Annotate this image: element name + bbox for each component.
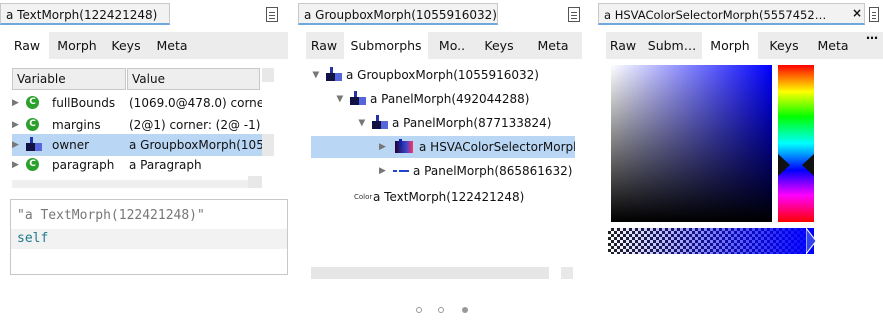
column-header-variable[interactable]: Variable	[12, 68, 126, 90]
collapse-arrow-icon[interactable]: ▶	[358, 120, 372, 127]
tab-meta[interactable]: Meta	[150, 32, 194, 59]
tree-item-label: a PanelMorph(865861632)	[413, 164, 573, 178]
tab-morph[interactable]: Morph	[51, 32, 103, 59]
instance-variable-icon: C	[26, 96, 39, 109]
table-row[interactable]: ▶ C paragraph a Paragraph	[12, 154, 262, 176]
code-comment: "a TextMorph(122421248)"	[17, 208, 205, 223]
morph-icon	[372, 115, 388, 129]
close-icon[interactable]: ×	[852, 6, 862, 20]
pane-title[interactable]: a TextMorph(122421248)	[0, 3, 170, 25]
scrollbar-corner	[248, 176, 262, 188]
alpha-marker-icon[interactable]	[806, 228, 816, 254]
variable-name: margins	[52, 118, 101, 132]
code-editor[interactable]: "a TextMorph(122421248)" self	[10, 199, 288, 275]
document-icon[interactable]	[568, 7, 580, 22]
variable-name: paragraph	[52, 158, 115, 172]
tree-item[interactable]: ▶ a PanelMorph(492044288)	[336, 88, 574, 110]
morph-icon	[326, 67, 342, 81]
scrollbar-corner	[262, 176, 274, 188]
inspector-pane-textmorph: a TextMorph(122421248) Raw Morph Keys Me…	[0, 0, 292, 290]
vertical-scrollbar-thumb[interactable]	[262, 134, 274, 156]
instance-variable-icon: C	[26, 158, 39, 171]
tree-item[interactable]: ▶ a GroupboxMorph(1055916032)	[312, 64, 574, 86]
inspector-pane-colorselector: a HSVAColorSelectorMorph(5557452… × Raw …	[598, 0, 883, 290]
color-selector-morph	[608, 60, 816, 258]
tab-keys[interactable]: Keys	[476, 32, 522, 59]
tab-meta[interactable]: Meta	[526, 32, 580, 59]
color-selector-icon	[395, 139, 413, 153]
hue-marker-icon[interactable]	[778, 154, 814, 176]
morph-icon	[350, 91, 366, 105]
expand-arrow-icon[interactable]: ▶	[379, 160, 386, 182]
tab-bar: Raw Subm… Morph Keys Meta	[606, 32, 883, 59]
column-header-value[interactable]: Value	[127, 68, 260, 90]
expand-arrow-icon[interactable]: ▶	[12, 154, 19, 176]
variable-value: a Paragraph	[129, 158, 202, 172]
variable-name: fullBounds	[52, 96, 116, 110]
tab-morph[interactable]: Mo..	[430, 32, 474, 59]
horizontal-scrollbar[interactable]	[311, 267, 549, 279]
panel-line-icon	[393, 170, 409, 172]
tab-bar: Raw Submorphs Mo.. Keys Meta	[306, 32, 582, 59]
morph-icon	[26, 137, 42, 151]
tab-raw[interactable]: Raw	[606, 32, 640, 59]
collapse-arrow-icon[interactable]: ▶	[336, 96, 350, 103]
pane-title[interactable]: a GroupboxMorph(1055916032)	[298, 3, 498, 25]
document-icon[interactable]	[266, 7, 278, 22]
instance-variable-icon: C	[26, 118, 39, 131]
tree-item-selected[interactable]: ▶ a HSVAColorSelectorMorph	[311, 136, 575, 158]
tab-submorphs[interactable]: Subm…	[644, 32, 700, 59]
tree-item[interactable]: ▶ a PanelMorph(877133824)	[358, 112, 574, 134]
expand-arrow-icon[interactable]: ▶	[12, 134, 19, 156]
variable-name: owner	[52, 138, 90, 152]
tree-item-label: a PanelMorph(492044288)	[370, 92, 530, 106]
tab-raw[interactable]: Raw	[5, 32, 49, 59]
collapse-arrow-icon[interactable]: ▶	[312, 72, 326, 79]
variable-value: (2@1) corner: (2@ -1)	[129, 118, 261, 132]
horizontal-scrollbar[interactable]	[12, 180, 248, 188]
tree-item-label: a GroupboxMorph(1055916032)	[346, 68, 539, 82]
tab-morph[interactable]: Morph	[702, 32, 758, 59]
table-row[interactable]: ▶ C margins (2@1) corner: (2@ -1)	[12, 114, 262, 136]
sv-marker-icon	[765, 62, 775, 68]
pane-header: a HSVAColorSelectorMorph(5557452… ×	[598, 0, 883, 28]
pane-title[interactable]: a HSVAColorSelectorMorph(5557452…	[598, 3, 865, 25]
code-line-self: self	[11, 229, 287, 249]
alpha-slider[interactable]	[608, 228, 814, 254]
expand-arrow-icon[interactable]: ▶	[379, 136, 386, 158]
saturation-value-square[interactable]	[611, 65, 772, 222]
expand-arrow-icon[interactable]: ▶	[12, 92, 19, 114]
pane-header: a GroupboxMorph(1055916032)	[298, 0, 588, 28]
variable-value: (1069.0@478.0) corner:	[129, 96, 262, 110]
document-icon[interactable]	[869, 7, 879, 22]
page-dot-active[interactable]	[462, 307, 468, 313]
tree-item-label: a TextMorph(122421248)	[373, 190, 525, 204]
color-text-icon: Color	[354, 193, 373, 201]
tree-item-label: a PanelMorph(877133824)	[392, 116, 552, 130]
page-dot[interactable]	[438, 307, 444, 313]
variable-value: a GroupboxMorph(105	[129, 138, 262, 152]
table-row-selected[interactable]: ▶ owner a GroupboxMorph(105	[12, 134, 262, 156]
tab-raw[interactable]: Raw	[306, 32, 342, 59]
vertical-scrollbar-top[interactable]	[262, 68, 274, 82]
tab-submorphs[interactable]: Submorphs	[344, 32, 428, 59]
tab-meta[interactable]: Meta	[810, 32, 856, 59]
tab-keys[interactable]: Keys	[105, 32, 147, 59]
tab-bar: Raw Morph Keys Meta	[5, 32, 288, 59]
inspector-pane-groupboxmorph: a GroupboxMorph(1055916032) Raw Submorph…	[298, 0, 588, 290]
expand-arrow-icon[interactable]: ▶	[12, 114, 19, 136]
tree-item[interactable]: ▶ a PanelMorph(865861632)	[379, 160, 574, 182]
hue-slider[interactable]	[778, 65, 814, 222]
more-tabs-icon[interactable]: …	[866, 28, 878, 42]
tree-item-label: a HSVAColorSelectorMorph	[419, 140, 575, 154]
tab-keys[interactable]: Keys	[762, 32, 806, 59]
page-dot[interactable]	[416, 307, 422, 313]
scrollbar-corner	[561, 267, 573, 279]
tree-item[interactable]: Color a TextMorph(122421248)	[354, 186, 574, 208]
table-row[interactable]: ▶ C fullBounds (1069.0@478.0) corner:	[12, 92, 262, 114]
pane-header: a TextMorph(122421248)	[0, 0, 292, 28]
page-indicator	[410, 300, 480, 320]
